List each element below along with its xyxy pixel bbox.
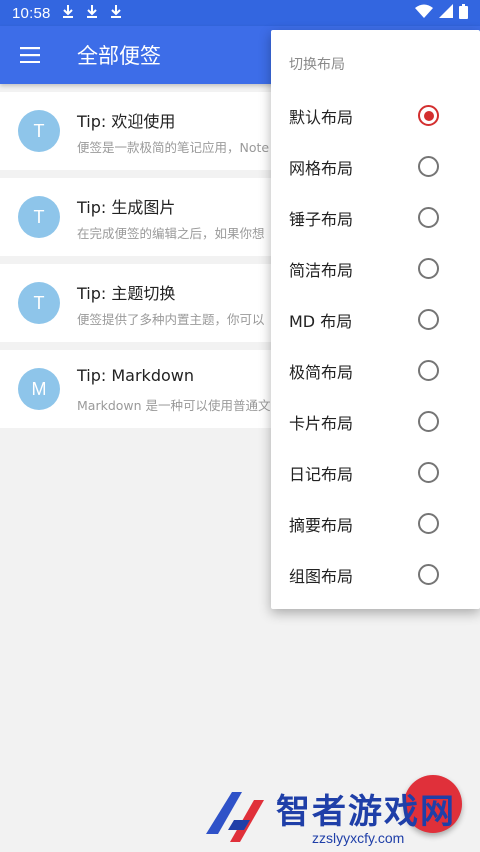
layout-menu-header: 切换布局 xyxy=(289,57,345,73)
layout-option-label: 网格布局 xyxy=(289,158,354,178)
avatar: T xyxy=(18,196,60,238)
layout-option-label: 默认布局 xyxy=(289,107,354,127)
layout-option-label: 简洁布局 xyxy=(289,260,354,280)
layout-option-card[interactable]: 卡片布局 xyxy=(271,396,480,447)
download-icon xyxy=(109,4,123,22)
status-bar: 10:58 xyxy=(0,0,480,26)
radio-button[interactable] xyxy=(418,156,439,177)
radio-button[interactable] xyxy=(418,564,439,585)
radio-button[interactable] xyxy=(418,411,439,432)
avatar: T xyxy=(18,110,60,152)
layout-option-label: 日记布局 xyxy=(289,464,354,484)
watermark-logo-icon xyxy=(206,792,264,842)
radio-button[interactable] xyxy=(418,258,439,279)
layout-option-default[interactable]: 默认布局 xyxy=(271,90,480,141)
layout-option-label: 组图布局 xyxy=(289,566,354,586)
layout-option-label: 摘要布局 xyxy=(289,515,354,535)
watermark-name: 智者游戏网 xyxy=(276,792,456,832)
layout-option-label: MD 布局 xyxy=(289,311,353,331)
radio-button-checked[interactable] xyxy=(418,105,439,126)
layout-option-minimal[interactable]: 极简布局 xyxy=(271,345,480,396)
note-title: Tip: 生成图片 xyxy=(77,198,176,217)
layout-option-summary[interactable]: 摘要布局 xyxy=(271,498,480,549)
status-time: 10:58 xyxy=(12,4,51,22)
watermark-url: zzslyyxcfy.com xyxy=(312,830,405,846)
layout-option-hammer[interactable]: 锤子布局 xyxy=(271,192,480,243)
layout-menu: 切换布局 默认布局 网格布局 锤子布局 简洁布局 MD 布局 极简布局 卡片布局… xyxy=(271,30,480,609)
radio-button[interactable] xyxy=(418,207,439,228)
avatar: T xyxy=(18,282,60,324)
radio-button[interactable] xyxy=(418,513,439,534)
page-title: 全部便签 xyxy=(77,44,161,68)
radio-button[interactable] xyxy=(418,360,439,381)
radio-button[interactable] xyxy=(418,309,439,330)
note-title: Tip: 主题切换 xyxy=(77,284,176,303)
layout-option-simple[interactable]: 简洁布局 xyxy=(271,243,480,294)
note-title: Tip: Markdown xyxy=(77,366,194,385)
avatar: M xyxy=(18,368,60,410)
hamburger-menu-icon[interactable] xyxy=(0,26,60,84)
download-icon xyxy=(61,4,75,22)
signal-icon xyxy=(439,4,453,22)
layout-option-gallery[interactable]: 组图布局 xyxy=(271,549,480,600)
download-icon xyxy=(85,4,99,22)
battery-icon xyxy=(459,3,468,23)
layout-option-md[interactable]: MD 布局 xyxy=(271,294,480,345)
layout-option-label: 锤子布局 xyxy=(289,209,354,229)
layout-option-grid[interactable]: 网格布局 xyxy=(271,141,480,192)
layout-option-label: 极简布局 xyxy=(289,362,354,382)
note-title: Tip: 欢迎使用 xyxy=(77,112,176,131)
layout-option-diary[interactable]: 日记布局 xyxy=(271,447,480,498)
watermark: 智者游戏网 zzslyyxcfy.com xyxy=(200,780,480,852)
layout-option-label: 卡片布局 xyxy=(289,413,354,433)
radio-button[interactable] xyxy=(418,462,439,483)
wifi-icon xyxy=(415,4,433,22)
